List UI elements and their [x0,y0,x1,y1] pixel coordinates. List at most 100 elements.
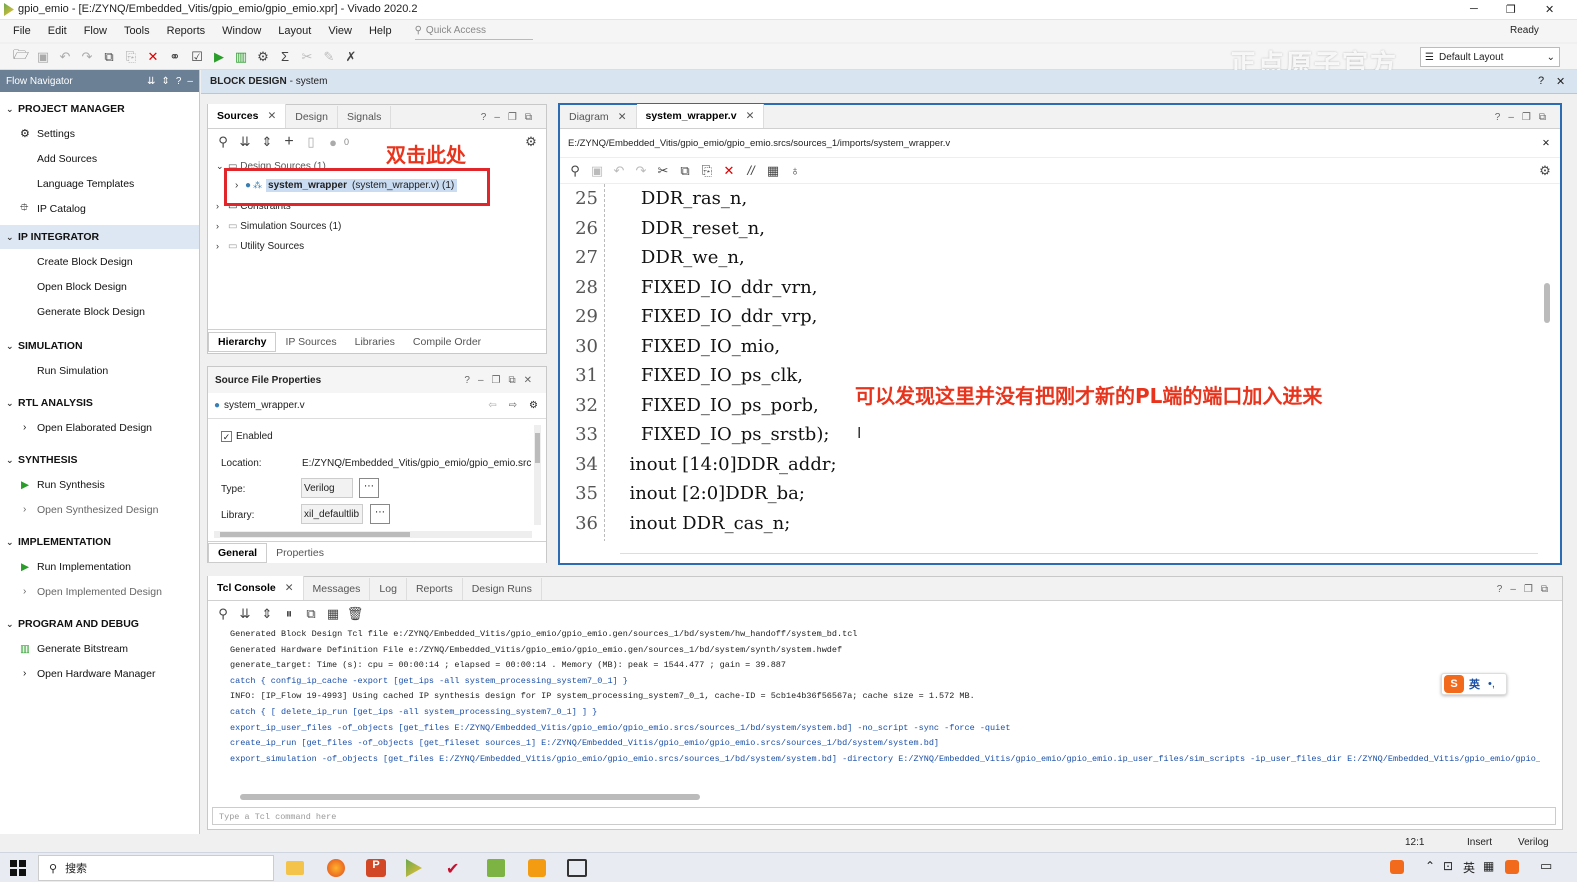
quick-access-input[interactable]: Quick Access [426,25,486,36]
ime-widget[interactable]: S 英 •, [1441,673,1507,695]
library-field[interactable]: xil_defaultlib [301,504,363,524]
tab-ip-sources[interactable]: IP Sources [276,332,345,352]
bitstream-icon[interactable]: ▥ [230,46,252,68]
menu-window[interactable]: Window [222,25,261,37]
code-line[interactable]: 34 inout [14:0]DDR_addr; [560,450,1530,480]
redo-icon[interactable]: ↷ [76,46,98,68]
maximize-button[interactable]: ❐ [1506,3,1516,16]
flow-item-create-block-design[interactable]: Create Block Design [0,249,199,274]
close-icon[interactable]: ✕ [285,582,294,594]
cut-icon[interactable]: ✂ [652,160,674,182]
firefox-icon[interactable] [327,859,345,877]
gear-icon[interactable]: ⚙ [529,400,538,411]
save-icon[interactable]: ▣ [586,160,608,182]
flow-item-settings[interactable]: ⚙ Settings [0,121,199,146]
flow-item-open-block-design[interactable]: Open Block Design [0,274,199,299]
check-icon[interactable]: ☑ [186,46,208,68]
disabled-tool-icon[interactable]: ✂ [296,46,318,68]
file-explorer-icon[interactable] [286,861,304,875]
copy-icon[interactable]: ⧉ [674,160,696,182]
menu-layout[interactable]: Layout [278,25,311,37]
code-horizontal-scrollbar[interactable] [620,553,1538,561]
menu-view[interactable]: View [328,25,352,37]
hierarchy-icon[interactable]: ⚭ [164,46,186,68]
properties-icon[interactable]: ▯ [300,131,322,153]
undo-icon[interactable]: ↶ [54,46,76,68]
taskbar-search[interactable]: ⚲ 搜索 [38,855,274,881]
gear-icon[interactable]: ⚙ [520,131,542,153]
collapse-all-icon[interactable]: ⇊ [234,603,256,625]
system-wrapper-row[interactable]: › ● ⁂ system_wrapper (system_wrapper.v) … [235,179,458,192]
flow-item-run-simulation[interactable]: Run Simulation [0,358,199,383]
tray-grid-icon[interactable]: ▦ [1483,859,1494,873]
pencil-icon[interactable]: ✎ [318,46,340,68]
pause-icon[interactable]: ⏸ [278,603,300,625]
copy-icon[interactable]: ⧉ [300,603,322,625]
flow-item-open-hardware-manager[interactable]: › Open Hardware Manager [0,661,199,686]
add-source-icon[interactable]: + [278,131,300,153]
flow-section-implementation[interactable]: ⌄ IMPLEMENTATION [0,530,199,554]
panel-controls[interactable]: ?‒❐⧉ [481,106,540,128]
open-project-icon[interactable]: 🗁 [10,46,32,68]
settings-icon[interactable]: ⚙ [252,46,274,68]
notepad-icon[interactable] [487,859,505,877]
code-line[interactable]: 25 DDR_ras_n, [560,184,1530,214]
flow-item-open-implemented-design[interactable]: › Open Implemented Design [0,579,199,604]
flow-item-add-sources[interactable]: Add Sources [0,146,199,171]
layout-dropdown[interactable]: ☰ Default Layout ⌄ [1420,47,1560,67]
run-icon[interactable]: ▶ [208,46,230,68]
copy-icon[interactable]: ⧉ [98,46,120,68]
tray-ime-icon[interactable]: 英 [1463,859,1475,876]
undo-icon[interactable]: ↶ [608,160,630,182]
tcl-input[interactable]: Type a Tcl command here [212,807,1556,825]
flow-nav-controls[interactable]: ⇊⇕?‒ [147,76,199,87]
code-vertical-scrollbar[interactable] [1542,193,1552,551]
table-icon[interactable]: ▦ [322,603,344,625]
code-line[interactable]: 30 FIXED_IO_mio, [560,332,1530,362]
code-line[interactable]: 26 DDR_reset_n, [560,214,1530,244]
tab-diagram[interactable]: Diagram ✕ [560,106,637,128]
search-icon[interactable]: ⚲ [212,131,234,153]
tab-hierarchy[interactable]: Hierarchy [208,331,277,352]
flow-section-rtl-analysis[interactable]: ⌄ RTL ANALYSIS [0,391,199,415]
flow-section-ip-integrator[interactable]: ⌄ IP INTEGRATOR [0,225,199,249]
comment-icon[interactable]: // [740,160,762,182]
tree-utility-sources[interactable]: › ▭ Utility Sources [216,241,304,252]
tab-reports[interactable]: Reports [407,578,463,600]
library-more-button[interactable]: ⋯ [370,504,390,524]
menu-flow[interactable]: Flow [84,25,107,37]
expand-all-icon[interactable]: ⇕ [256,131,278,153]
save-icon[interactable]: ▣ [32,46,54,68]
powerpoint-icon[interactable]: P [366,859,386,877]
tab-properties[interactable]: Properties [267,543,333,563]
tab-log[interactable]: Log [370,578,407,600]
cross-tool-icon[interactable]: ✗ [340,46,362,68]
flow-item-language-templates[interactable]: Language Templates [0,171,199,196]
minimize-button[interactable]: ─ [1470,3,1478,15]
tab-sources[interactable]: Sources ✕ [208,104,287,128]
search-icon[interactable]: ⚲ [212,603,234,625]
help-icon[interactable]: ? [1538,75,1544,87]
flow-item-run-synthesis[interactable]: ▶ Run Synthesis [0,472,199,497]
tcl-horizontal-scrollbar[interactable] [234,793,1544,801]
close-window-button[interactable]: ✕ [1545,3,1554,16]
menu-tools[interactable]: Tools [124,25,150,37]
flow-section-synthesis[interactable]: ⌄ SYNTHESIS [0,448,199,472]
flow-item-ip-catalog[interactable]: ⯐ IP Catalog [0,196,199,221]
windows-start-icon[interactable] [10,860,26,876]
menu-file[interactable]: File [13,25,31,37]
app-orange-icon[interactable] [528,859,546,877]
tray-sogou-icon[interactable] [1390,860,1404,874]
flow-item-open-synthesized-design[interactable]: › Open Synthesized Design [0,497,199,522]
forward-arrow-icon[interactable]: ⇨ [509,400,517,411]
code-line[interactable]: 28 FIXED_IO_ddr_vrn, [560,273,1530,303]
columns-icon[interactable]: ▦ [762,160,784,182]
close-icon[interactable]: ✕ [1542,138,1550,149]
menu-edit[interactable]: Edit [48,25,67,37]
terminal-icon[interactable] [567,859,587,877]
close-icon[interactable]: ✕ [746,110,755,122]
type-more-button[interactable]: ⋯ [359,478,379,498]
code-line[interactable]: 33 FIXED_IO_ps_srstb); [560,420,1530,450]
menu-reports[interactable]: Reports [167,25,206,37]
code-area[interactable]: 25 DDR_ras_n, 26 DDR_reset_n, 27 DDR_we_n,… [560,183,1560,541]
